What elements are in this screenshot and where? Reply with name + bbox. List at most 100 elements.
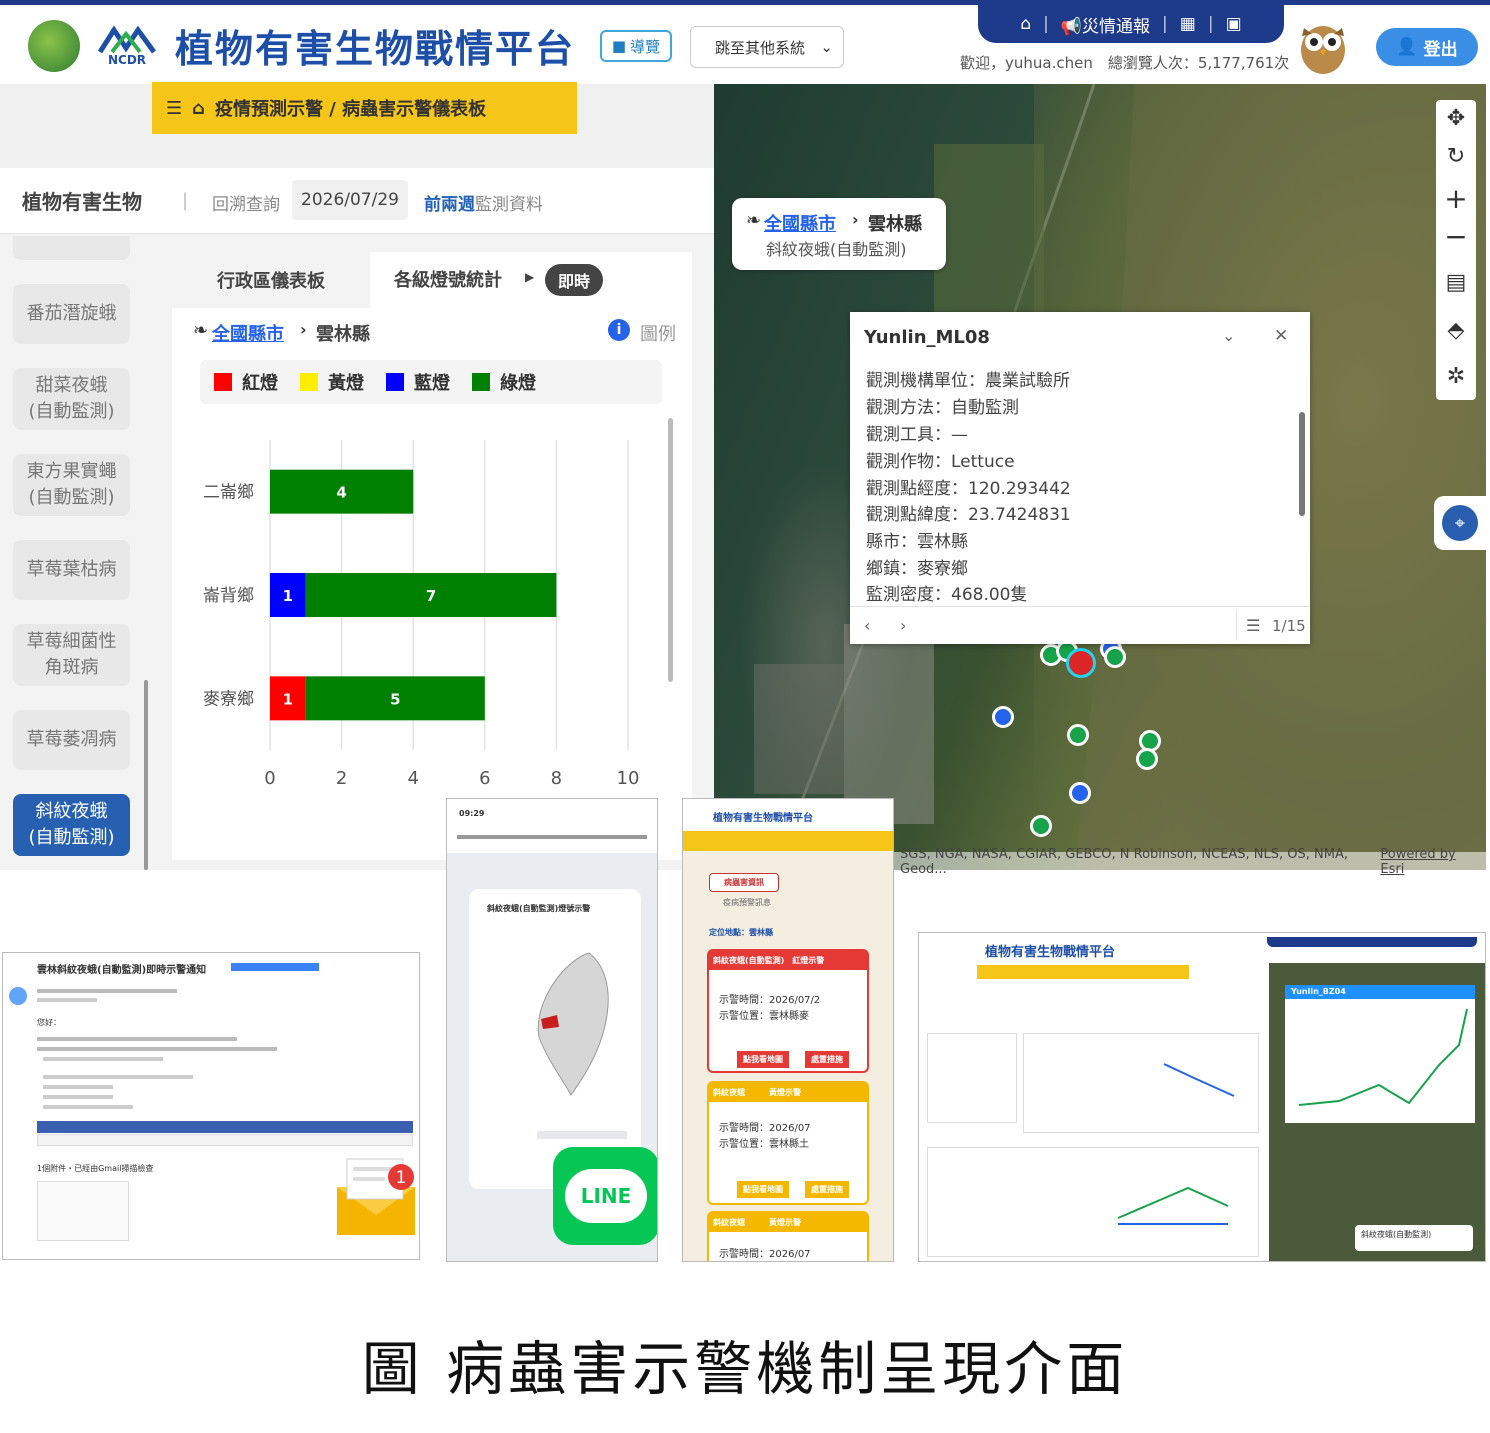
chart-scrollbar[interactable] [668,418,673,682]
sidebar-item-common-cutworm[interactable]: 斜紋夜蛾 (自動監測) [13,794,130,856]
mobile-tab-forecast[interactable]: 疫病預警訊息 [723,897,771,908]
tab-admin-dashboard[interactable]: 行政區儀表板 [172,252,370,308]
guide-label: 導覽 [630,37,661,56]
zoom-in-icon[interactable]: + [1436,180,1476,216]
svg-text:1: 1 [396,1168,407,1188]
chevron-down-icon[interactable]: ⌄ [1222,326,1235,345]
tab-light-stats[interactable]: 各級燈號統計 [394,266,502,292]
chevron-left-icon[interactable]: ‹ [864,616,870,635]
home-icon[interactable]: ⌂ [1020,14,1031,34]
home-icon[interactable]: ⌂ [192,98,205,119]
sidebar-item-oriental-fruit-fly[interactable]: 東方果實蠅 (自動監測) [13,454,130,516]
map-marker-red-selected[interactable] [1066,648,1096,678]
popup-line: 觀測作物：Lettuce [866,452,1015,472]
popup-scrollbar[interactable] [1299,412,1305,516]
desktop-popup-chart [1299,1008,1468,1106]
welcome-text: 歡迎，yuhua.chen 總瀏覽人次：5,177,761次 [960,54,1290,72]
move-icon[interactable]: ✥ [1436,100,1476,136]
map-breadcrumb-all-counties[interactable]: 全國縣市 [764,210,836,236]
desktop-title: 植物有害生物戰情平台 [985,945,1116,960]
popup-line: 縣市：雲林縣 [866,532,968,552]
sidebar-item-strawberry-angular-leaf-spot[interactable]: 草莓細菌性 角斑病 [13,624,130,686]
desktop-history-card [927,1147,1259,1257]
map-toolbar: ✥ ↻ + − ▤ ⬘ ✲ [1436,100,1476,400]
email-greeting: 您好： [37,1018,61,1027]
desktop-banner [977,965,1189,979]
x-tick-label: 8 [551,768,562,789]
map-marker-green[interactable] [1030,815,1052,837]
y-category-label: 麥寮鄉 [203,689,254,709]
map-marker-green[interactable] [1136,748,1158,770]
pest-filter-icon[interactable]: ✲ [1436,358,1476,394]
svg-text:NCDR: NCDR [108,53,146,67]
coa-logo-icon [28,20,80,72]
system-select[interactable]: 跳至其他系統 ⌄ [690,26,844,68]
measure-button[interactable]: 處置措施 [805,1051,849,1068]
grid-icon[interactable]: ▦ [1180,14,1196,34]
sidebar-item-tomato-leafminer[interactable]: 番茄潛旋蛾 [13,284,130,344]
avatar [9,987,27,1005]
compass-icon[interactable]: ⬘ [1436,312,1476,348]
leaf-icon: ❧ [746,210,762,231]
list-icon[interactable]: ☰ [1246,616,1260,635]
divider: | [182,190,189,211]
chat-title: 斜紋夜蛾(自動監測)燈號示警 [487,904,591,913]
legend-item[interactable]: 綠燈 [472,369,536,395]
line-logo-text: LINE [565,1169,647,1223]
y-category-label: 二崙鄉 [203,483,254,503]
menu-icon[interactable]: ☰ [166,98,182,119]
map-marker-blue[interactable] [992,706,1014,728]
chevron-right-icon[interactable]: › [900,616,906,635]
legend-link[interactable]: 圖例 [640,320,676,346]
info-icon[interactable]: i [608,319,630,341]
map-marker-green[interactable] [1104,646,1126,668]
legend-swatch [386,373,404,391]
sidebar-item-strawberry-leaf-blight[interactable]: 草莓葉枯病 [13,540,130,600]
megaphone-icon: 📢 [1060,16,1083,37]
close-icon[interactable]: ✕ [1274,326,1288,346]
sidebar-item-strawberry-wilt[interactable]: 草莓萎凋病 [13,710,130,770]
layers-icon[interactable]: ▤ [1436,264,1476,300]
popup-line: 觀測方法：自動監測 [866,398,1019,418]
map-marker-blue[interactable] [1069,782,1091,804]
legend-item[interactable]: 藍燈 [386,369,450,395]
guide-button[interactable]: ■ 導覽 [600,30,672,62]
legend-label: 紅燈 [242,373,278,394]
zoom-out-icon[interactable]: − [1436,218,1476,254]
taiwan-map-icon [537,952,609,1096]
esri-credit[interactable]: Powered by Esri [1380,847,1480,877]
mobile-tab-alert[interactable]: 病蟲害資訊 [709,873,779,892]
light-legend: 紅燈 黃燈 藍燈 綠燈 [200,360,662,404]
alert-card-title: 斜紋夜蛾(自動監測) 紅燈示警 [709,951,867,970]
map-breadcrumb-pest: 斜紋夜蛾(自動監測) [766,240,907,259]
x-tick-label: 0 [264,768,275,789]
view-map-button[interactable]: 點我看地圖 [737,1051,789,1068]
rotate-icon[interactable]: ↻ [1436,138,1476,174]
alert-link[interactable]: 📢災情通報 [1061,12,1150,37]
sidebar-item-beet-armyworm[interactable]: 甜菜夜蛾 (自動監測) [13,368,130,430]
locate-button[interactable]: ⌖ [1434,496,1486,550]
monitor-icon[interactable]: ▣ [1226,14,1242,34]
map-marker-green[interactable] [1067,724,1089,746]
email-attachment[interactable] [37,1181,129,1241]
measure-button[interactable]: 處置措施 [805,1181,849,1198]
legend-item[interactable]: 黃燈 [300,369,364,395]
week-link[interactable]: 前兩週 [424,190,475,215]
sidebar-scrollbar[interactable] [144,680,148,870]
legend-item[interactable]: 紅燈 [214,369,278,395]
legend-label: 藍燈 [414,373,450,394]
alert-card-time: 示警時間：2026/07/2 [719,995,821,1006]
date-input[interactable]: 2026/07/29 [292,180,408,220]
logout-button[interactable]: 👤 登出 [1376,28,1478,66]
email-table-header [37,1121,413,1133]
chevron-right-icon: › [852,210,859,229]
view-map-button[interactable]: 點我看地圖 [737,1181,789,1198]
sidebar-item-cut[interactable] [13,236,130,260]
chevron-down-icon: ⌄ [820,38,833,56]
realtime-badge[interactable]: 即時 [545,264,603,296]
breadcrumb-all-counties[interactable]: 全國縣市 [212,320,284,346]
popup-line: 觀測點經度：120.293442 [866,479,1071,499]
desktop-top-nav [1267,937,1477,947]
chat-light-badges [537,1131,627,1139]
history-chart-icon [1117,1186,1229,1225]
